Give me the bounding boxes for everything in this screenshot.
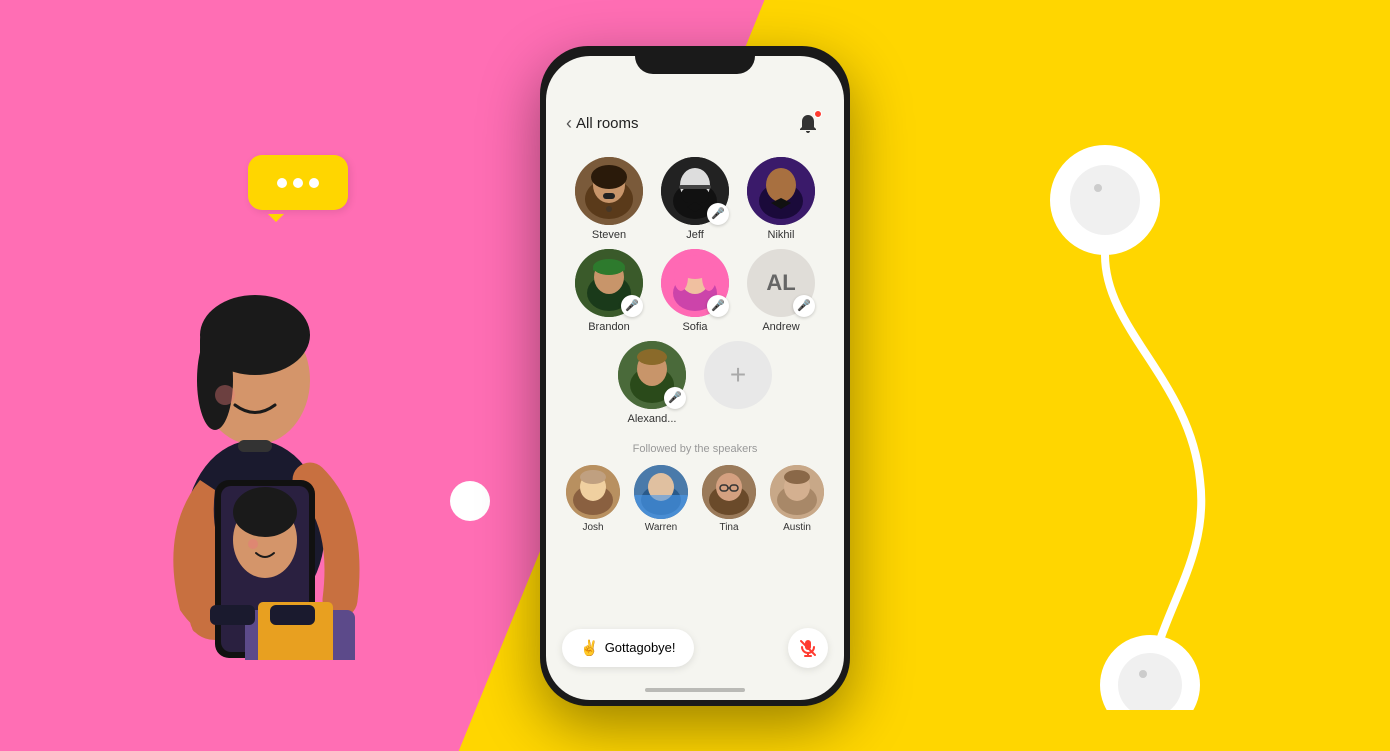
followed-section-label: Followed by the speakers — [556, 435, 834, 465]
speaker-nikhil-name: Nikhil — [768, 229, 795, 241]
follower-austin-name: Austin — [783, 522, 811, 533]
app-header: ‹ All rooms — [546, 100, 844, 152]
person-illustration — [60, 150, 460, 660]
speaker-andrew-name: Andrew — [762, 321, 799, 333]
speaker-brandon: 🎤 Brandon — [570, 249, 648, 333]
speaker-steven-name: Steven — [592, 229, 626, 241]
speaker-andrew: AL 🎤 Andrew — [742, 249, 820, 333]
speaker-jeff-avatar-wrap: 🎤 — [661, 157, 729, 225]
leave-label: Gottagobye! — [605, 640, 676, 655]
leave-emoji: ✌️ — [580, 639, 599, 657]
follower-warren: Warren — [630, 465, 692, 533]
speaker-andrew-avatar-wrap: AL 🎤 — [747, 249, 815, 317]
follower-austin: Austin — [766, 465, 828, 533]
bottom-bar: ✌️ Gottagobye! — [546, 618, 844, 688]
speaker-steven: Steven — [570, 157, 648, 241]
mic-muted-icon: 🎤 — [711, 207, 725, 220]
follower-warren-avatar — [634, 465, 688, 519]
follower-josh-avatar — [566, 465, 620, 519]
speaker-alexander-mic-badge: 🎤 — [664, 387, 686, 409]
speaker-brandon-name: Brandon — [588, 321, 630, 333]
speaker-brandon-mic-badge: 🎤 — [621, 295, 643, 317]
speaker-jeff-name: Jeff — [686, 229, 704, 241]
speakers-section: Steven — [556, 152, 834, 435]
mute-button[interactable] — [788, 628, 828, 668]
followers-grid: Josh Warren — [561, 465, 829, 533]
speaker-alexander-name: Alexand... — [628, 413, 677, 425]
speaker-jeff-mic-badge: 🎤 — [707, 203, 729, 225]
follower-warren-name: Warren — [645, 522, 677, 533]
follower-austin-avatar — [770, 465, 824, 519]
speaker-nikhil: Nikhil — [742, 157, 820, 241]
speaker-jeff: 🎤 Jeff — [656, 157, 734, 241]
speaker-steven-avatar-wrap — [575, 157, 643, 225]
speaker-brandon-avatar-wrap: 🎤 — [575, 249, 643, 317]
main-phone: ‹ All rooms — [540, 46, 850, 706]
phone-notch — [635, 46, 755, 74]
follower-josh-name: Josh — [582, 522, 603, 533]
add-speaker[interactable]: + — [699, 341, 777, 425]
mic-muted-icon-alexander: 🎤 — [668, 391, 682, 404]
mic-muted-icon-andrew: 🎤 — [797, 299, 811, 312]
follower-josh: Josh — [562, 465, 624, 533]
notification-bell[interactable] — [792, 108, 824, 140]
home-indicator — [645, 688, 745, 692]
follower-tina-avatar — [702, 465, 756, 519]
app-content: Steven — [546, 152, 844, 618]
speakers-grid: Steven — [561, 157, 829, 425]
add-speaker-btn[interactable]: + — [704, 341, 772, 409]
speaker-steven-avatar — [575, 157, 643, 225]
speaker-sofia-avatar-wrap: 🎤 — [661, 249, 729, 317]
phone-screen: ‹ All rooms — [546, 56, 844, 700]
earphones — [1010, 130, 1330, 715]
speaker-alexander: 🎤 Alexand... — [613, 341, 691, 425]
speaker-alexander-avatar-wrap: 🎤 — [618, 341, 686, 409]
mic-muted-icon-brandon: 🎤 — [625, 299, 639, 312]
back-label: All rooms — [576, 115, 639, 132]
follower-tina-name: Tina — [719, 522, 738, 533]
notification-dot — [814, 110, 822, 118]
add-speaker-wrap: + — [704, 341, 772, 409]
speaker-nikhil-avatar-wrap — [747, 157, 815, 225]
speaker-andrew-initials: AL — [766, 270, 795, 296]
speaker-sofia-mic-badge: 🎤 — [707, 295, 729, 317]
speaker-nikhil-avatar — [747, 157, 815, 225]
follower-tina: Tina — [698, 465, 760, 533]
add-speaker-label — [736, 413, 739, 425]
back-arrow-icon: ‹ — [566, 113, 572, 134]
followed-section: Josh Warren — [556, 465, 834, 533]
leave-button[interactable]: ✌️ Gottagobye! — [562, 629, 694, 667]
mic-muted-icon-sofia: 🎤 — [711, 299, 725, 312]
back-button[interactable]: ‹ All rooms — [566, 113, 639, 134]
speaker-sofia: 🎤 Sofia — [656, 249, 734, 333]
speaker-andrew-mic-badge: 🎤 — [793, 295, 815, 317]
add-icon: + — [730, 359, 746, 391]
speaker-sofia-name: Sofia — [682, 321, 707, 333]
